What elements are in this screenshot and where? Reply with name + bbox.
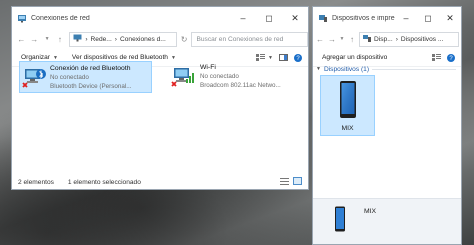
devices-printers-window: Dispositivos e impre... – ◻ ✕ ← → ▼ ↑ Di… xyxy=(312,6,462,245)
network-location-icon xyxy=(73,34,82,44)
device-name: MIX xyxy=(341,125,354,132)
maximize-button[interactable]: ◻ xyxy=(417,7,439,29)
network-connections-window: Conexiones de red – ◻ ✕ ← → ▼ ↑ › Rede..… xyxy=(11,6,309,190)
group-header[interactable]: ▼ Dispositivos (1) xyxy=(316,64,456,74)
chevron-down-icon[interactable]: ▼ xyxy=(339,32,345,46)
address-row: ← → ▼ ↑ Disp... › Dispositivos ... xyxy=(313,29,461,49)
devices-location-icon xyxy=(363,34,371,44)
forward-arrow-icon[interactable]: → xyxy=(327,32,337,46)
device-tile[interactable]: MIX xyxy=(320,75,375,136)
item-name: Conexión de red Bluetooth xyxy=(50,65,131,72)
breadcrumb-separator-icon: › xyxy=(395,35,398,43)
address-bar[interactable]: › Rede... › Conexiones d... xyxy=(69,31,177,47)
large-icons-view-icon[interactable] xyxy=(293,177,302,187)
wifi-network-icon xyxy=(169,61,200,93)
add-device-button[interactable]: Agregar un dispositivo xyxy=(322,54,387,61)
chevron-down-icon[interactable]: ▼ xyxy=(42,32,53,46)
close-button[interactable]: ✕ xyxy=(439,7,461,29)
list-item-wifi-connection[interactable]: Wi-Fi No conectado Broadcom 802.11ac Net… xyxy=(169,61,304,93)
breadcrumb-separator-icon: › xyxy=(85,35,88,43)
view-options-icon[interactable] xyxy=(432,54,441,61)
devices-folder-icon xyxy=(318,13,328,23)
item-count: 2 elementos xyxy=(18,178,54,186)
up-arrow-icon[interactable]: ↑ xyxy=(54,32,65,46)
item-device: Broadcom 802.11ac Netwo... xyxy=(200,82,281,89)
title-bar[interactable]: Conexiones de red – ◻ ✕ xyxy=(12,7,308,29)
bluetooth-network-icon xyxy=(20,62,50,92)
close-button[interactable]: ✕ xyxy=(282,7,308,29)
details-device-name: MIX xyxy=(364,208,377,215)
window-title: Dispositivos e impre... xyxy=(332,14,395,22)
title-bar[interactable]: Dispositivos e impre... – ◻ ✕ xyxy=(313,7,461,29)
network-folder-icon xyxy=(17,13,27,23)
breadcrumb-separator-icon: › xyxy=(114,35,117,43)
item-status: No conectado xyxy=(200,73,239,80)
address-bar[interactable]: Disp... › Dispositivos ... xyxy=(359,31,459,47)
phone-icon xyxy=(334,206,346,234)
maximize-button[interactable]: ◻ xyxy=(256,7,282,29)
item-text: Wi-Fi No conectado Broadcom 802.11ac Net… xyxy=(200,61,281,93)
breadcrumb-devices-root[interactable]: Disp... xyxy=(374,36,393,43)
details-view-icon[interactable] xyxy=(280,177,289,187)
back-arrow-icon[interactable]: ← xyxy=(16,32,27,46)
list-item-bluetooth-connection[interactable]: Conexión de red Bluetooth No conectado B… xyxy=(19,61,152,93)
preview-pane-icon[interactable] xyxy=(279,54,288,61)
help-icon[interactable]: ? xyxy=(447,53,455,62)
minimize-button[interactable]: – xyxy=(230,7,256,29)
item-name: Wi-Fi xyxy=(200,64,216,71)
refresh-icon[interactable]: ↻ xyxy=(179,32,190,46)
view-bluetooth-devices-button[interactable]: Ver dispositivos de red Bluetooth ▼ xyxy=(72,54,176,61)
address-row: ← → ▼ ↑ › Rede... › Conexiones d... ↻ Bu… xyxy=(12,29,308,49)
item-device: Bluetooth Device (Personal... xyxy=(50,83,132,90)
phone-icon xyxy=(337,80,359,122)
chevron-down-icon: ▼ xyxy=(316,66,321,72)
up-arrow-icon[interactable]: ↑ xyxy=(347,32,357,46)
organize-button[interactable]: Organizar ▼ xyxy=(21,54,58,61)
details-pane: MIX xyxy=(313,198,461,244)
window-title: Conexiones de red xyxy=(31,14,90,22)
back-arrow-icon[interactable]: ← xyxy=(315,32,325,46)
search-input[interactable]: Buscar en Conexiones de red xyxy=(191,31,308,47)
chevron-down-icon: ▼ xyxy=(52,54,58,61)
chevron-down-icon: ▼ xyxy=(170,54,176,61)
selected-count: 1 elemento seleccionado xyxy=(67,178,141,186)
group-header-label: Dispositivos (1) xyxy=(323,65,370,73)
status-bar: 2 elementos 1 elemento seleccionado xyxy=(12,175,308,189)
breadcrumb-connections[interactable]: Conexiones d... xyxy=(120,36,166,43)
breadcrumb-devices[interactable]: Dispositivos ... xyxy=(401,36,444,43)
view-options-icon[interactable]: ▼ xyxy=(256,54,273,61)
forward-arrow-icon[interactable]: → xyxy=(29,32,40,46)
breadcrumb-network[interactable]: Rede... xyxy=(91,36,112,43)
minimize-button[interactable]: – xyxy=(395,7,417,29)
item-text: Conexión de red Bluetooth No conectado B… xyxy=(50,62,132,92)
item-status: No conectado xyxy=(50,74,89,81)
